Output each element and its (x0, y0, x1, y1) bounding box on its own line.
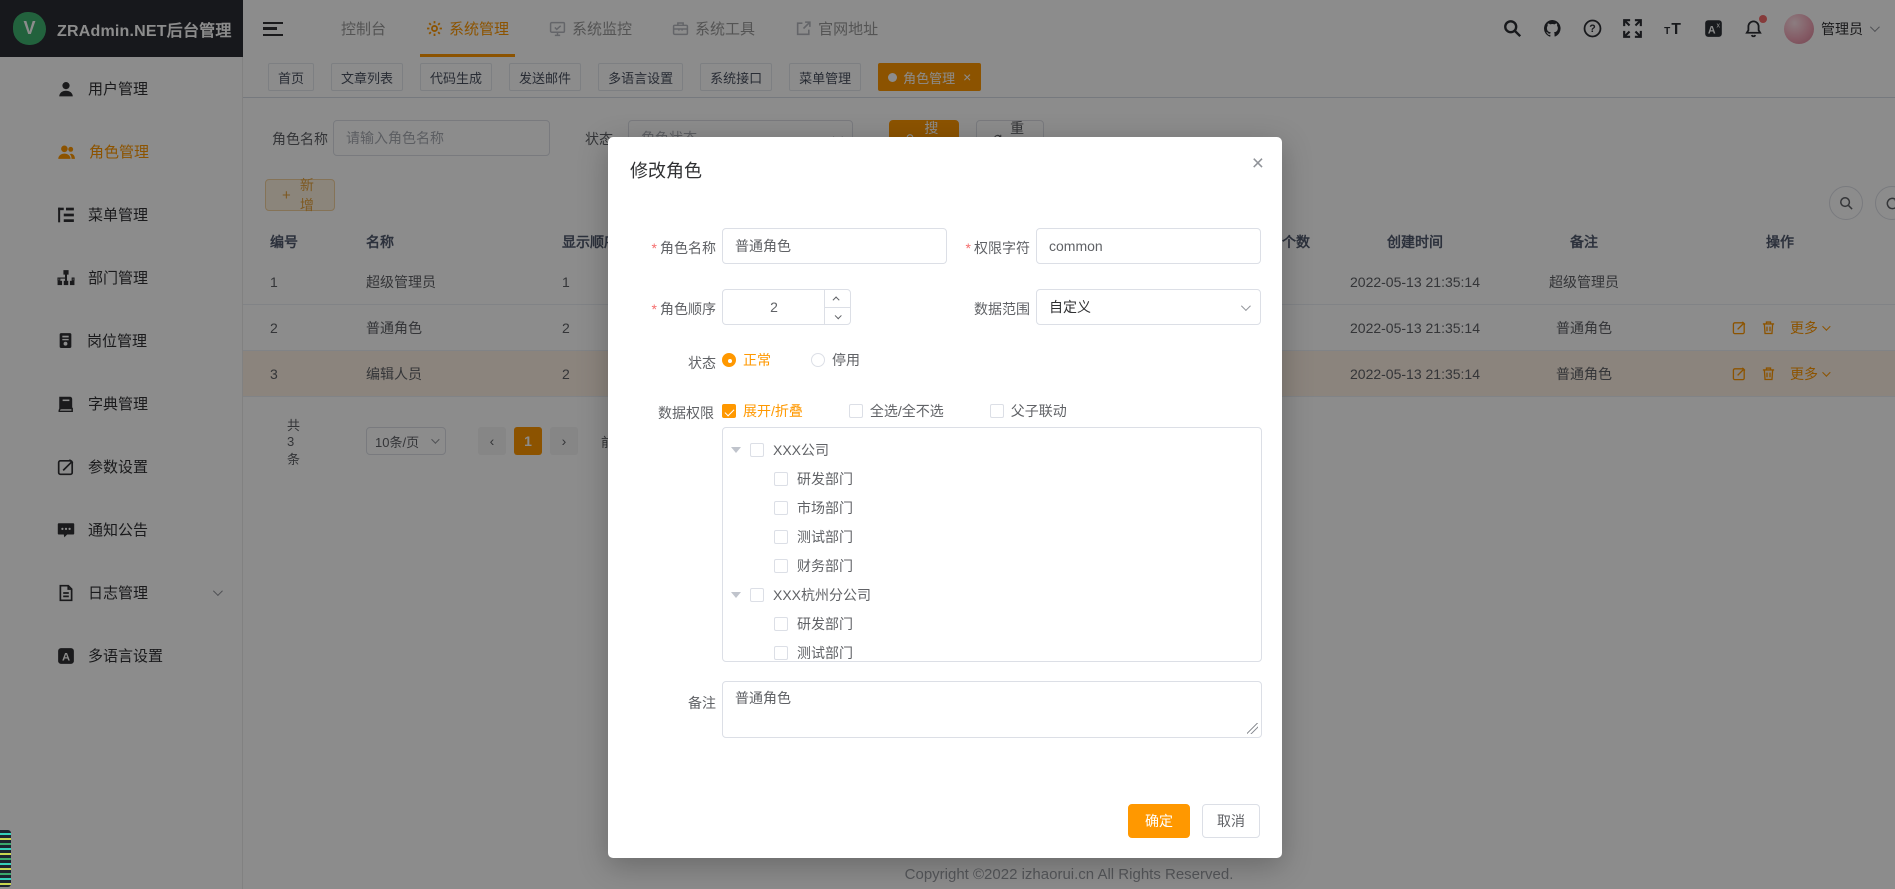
perm-key-field-label: *权限字符 (936, 238, 1030, 258)
dialog-title: 修改角色 (630, 157, 702, 183)
caret-down-icon[interactable] (731, 592, 741, 598)
tree-node-checkbox[interactable] (774, 472, 788, 486)
tree-node-checkbox[interactable] (774, 646, 788, 660)
confirm-button[interactable]: 确定 (1128, 804, 1190, 838)
status-radio-group: 正常 停用 (722, 350, 860, 370)
role-name-field-label: *角色名称 (622, 238, 716, 258)
tree-node-child[interactable]: 市场部门 (723, 493, 1261, 522)
remark-field-label: 备注 (622, 693, 716, 713)
tree-node-parent[interactable]: XXX公司 (723, 435, 1261, 464)
edit-role-dialog: 修改角色 × *角色名称 *权限字符 *角色顺序 数据范围 自定义 状态 正常 停… (608, 137, 1282, 858)
required-asterisk: * (652, 301, 657, 317)
status-radio-1[interactable]: 停用 (811, 350, 860, 370)
chevron-up-icon (833, 296, 840, 303)
stepper-down-button[interactable] (824, 307, 850, 324)
tree-node-child[interactable]: 研发部门 (723, 609, 1261, 638)
required-asterisk: * (966, 240, 971, 256)
department-tree: XXX公司 研发部门 市场部门 测试部门 财务部门 XXX杭州分公司 研发部门 … (722, 427, 1262, 662)
tree-node-checkbox[interactable] (774, 530, 788, 544)
role-order-stepper (722, 289, 851, 325)
tree-node-checkbox[interactable] (774, 501, 788, 515)
tree-node-child[interactable]: 研发部门 (723, 464, 1261, 493)
tree-node-child[interactable]: 测试部门 (723, 522, 1261, 551)
role-order-input[interactable] (723, 290, 825, 324)
tree-node-checkbox[interactable] (774, 617, 788, 631)
perm-checkbox-1[interactable]: 全选/全不选 (849, 401, 944, 421)
checkbox-icon (849, 404, 863, 418)
checkbox-icon (774, 530, 788, 544)
checkbox-icon (774, 617, 788, 631)
perm-key-field[interactable] (1036, 228, 1261, 264)
role-order-field-label: *角色顺序 (622, 299, 716, 319)
perm-checkbox-2[interactable]: 父子联动 (990, 401, 1067, 421)
checkbox-icon (750, 443, 764, 457)
radio-icon (722, 353, 736, 367)
tree-node-checkbox[interactable] (750, 443, 764, 457)
cancel-button[interactable]: 取消 (1202, 804, 1260, 838)
required-asterisk: * (652, 240, 657, 256)
checkbox-icon (774, 472, 788, 486)
checkbox-icon (990, 404, 1004, 418)
role-name-field[interactable] (722, 228, 947, 264)
data-scope-field-label: 数据范围 (936, 299, 1030, 319)
tree-node-checkbox[interactable] (750, 588, 764, 602)
chevron-down-icon (835, 312, 842, 319)
data-scope-select[interactable]: 自定义 (1036, 289, 1261, 325)
radio-icon (811, 353, 825, 367)
data-perm-field-label: 数据权限 (620, 403, 714, 423)
stepper-up-button[interactable] (824, 290, 850, 307)
tree-node-child[interactable]: 财务部门 (723, 551, 1261, 580)
chevron-down-icon (1241, 301, 1251, 311)
status-radio-0[interactable]: 正常 (722, 350, 771, 370)
checkbox-icon (774, 559, 788, 573)
status-field-label: 状态 (622, 353, 716, 373)
checkbox-icon (750, 588, 764, 602)
dialog-close-icon[interactable]: × (1252, 153, 1264, 174)
tree-node-parent[interactable]: XXX杭州分公司 (723, 580, 1261, 609)
data-scope-value: 自定义 (1049, 297, 1091, 317)
devtools-mini-widget[interactable] (0, 830, 11, 887)
caret-down-icon[interactable] (731, 447, 741, 453)
checkbox-icon (722, 404, 736, 418)
checkbox-icon (774, 501, 788, 515)
tree-node-checkbox[interactable] (774, 559, 788, 573)
remark-textarea[interactable]: 普通角色 (722, 681, 1262, 738)
perm-checkbox-0[interactable]: 展开/折叠 (722, 401, 803, 421)
tree-node-child[interactable]: 测试部门 (723, 638, 1261, 662)
data-perm-checkbox-group: 展开/折叠 全选/全不选 父子联动 (722, 401, 1067, 421)
checkbox-icon (774, 646, 788, 660)
